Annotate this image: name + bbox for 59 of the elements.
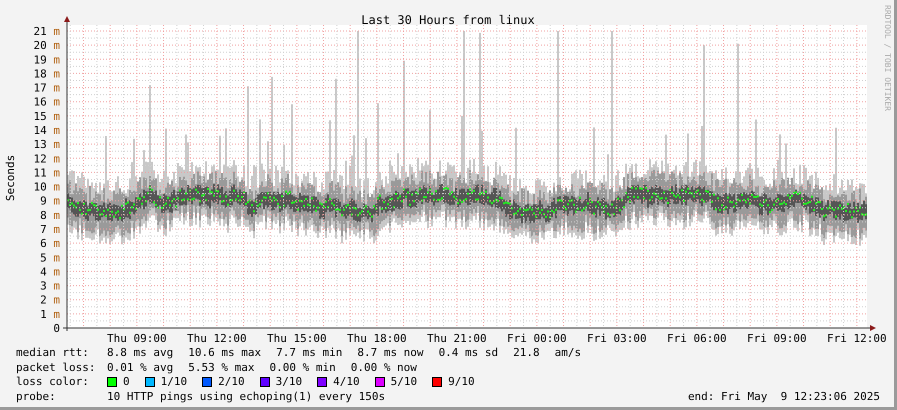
chart-title: Last 30 Hours from linux: [361, 13, 535, 27]
legend-value: am/s: [554, 346, 582, 361]
x-tick-label: Thu 15:00: [267, 332, 327, 344]
y-tick-label: 13 m: [34, 138, 60, 152]
y-tick-label: 8 m: [40, 208, 60, 222]
legend-value: 5.53 % max: [188, 360, 254, 376]
side-label: RRDTOOL / TOBI OETIKER: [883, 5, 892, 111]
x-tick-label: Fri 12:00: [827, 332, 887, 344]
legend-label: loss color:: [16, 375, 90, 390]
y-tick-label: 7 m: [40, 223, 60, 236]
y-tick-label: 14 m: [34, 124, 60, 137]
y-tick-label: 6 m: [40, 237, 60, 250]
legend-value: 0.00 % now: [350, 360, 417, 376]
legend-value: 0.00 % min: [269, 360, 336, 376]
loss-color-label: 3/10: [276, 375, 302, 390]
legend-value: 21.8: [513, 346, 540, 361]
y-tick-label: 20 m: [34, 39, 60, 52]
legend-label: packet loss:: [16, 360, 96, 376]
legend-label: median rtt:: [16, 346, 90, 361]
x-tick-label: Fri 06:00: [667, 332, 727, 344]
y-tick-label: 19 m: [34, 53, 60, 66]
y-tick-label: 2 m: [40, 294, 60, 307]
y-tick-label: 15 m: [34, 110, 60, 123]
end-time: end: Fri May 9 12:23:06 2025: [688, 390, 880, 404]
x-tick-label: Fri 09:00: [747, 332, 807, 344]
loss-color-label: 4/10: [333, 375, 360, 390]
y-tick-label: 10 m: [34, 180, 60, 194]
y-axis-title: Seconds: [4, 154, 17, 202]
legend-value: 8.7 ms now: [357, 346, 424, 361]
probe-description: 10 HTTP pings using echoping(1) every 150s: [107, 390, 386, 404]
loss-color-label: 9/10: [448, 375, 475, 390]
legend-value: 0.01 % avg: [107, 360, 174, 376]
loss-color-label: 1/10: [160, 375, 188, 390]
legend-value: 7.7 ms min: [276, 346, 342, 361]
legend-label: probe:: [16, 390, 57, 404]
y-tick-label: 3 m: [40, 280, 60, 293]
legend-value: 10.6 ms max: [188, 346, 262, 361]
y-tick-label: 11 m: [34, 166, 60, 180]
y-tick-label: 16 m: [34, 96, 60, 109]
y-tick-label: 0: [53, 322, 60, 335]
x-tick-label: Fri 00:00: [507, 332, 567, 344]
legend-value: 0.4 ms sd: [438, 346, 498, 361]
y-tick-label: 21 m: [34, 25, 60, 38]
y-tick-label: 18 m: [34, 67, 60, 80]
y-tick-label: 1 m: [40, 308, 60, 321]
y-tick-label: 12 m: [34, 152, 60, 166]
x-tick-label: Thu 21:00: [427, 332, 487, 344]
y-tick-label: 9 m: [40, 194, 60, 208]
x-tick-label: Thu 09:00: [107, 332, 167, 344]
legend-value: 8.8 ms avg: [107, 346, 174, 361]
x-tick-label: Thu 12:00: [187, 332, 247, 344]
y-tick-label: 5 m: [40, 251, 60, 264]
loss-color-label: 0: [123, 375, 130, 390]
y-tick-label: 17 m: [34, 82, 60, 95]
y-tick-label: 4 m: [40, 265, 60, 278]
loss-color-label: 2/10: [218, 375, 245, 390]
x-tick-label: Fri 03:00: [587, 332, 647, 344]
x-tick-label: Thu 18:00: [347, 332, 407, 344]
loss-color-label: 5/10: [390, 375, 418, 390]
